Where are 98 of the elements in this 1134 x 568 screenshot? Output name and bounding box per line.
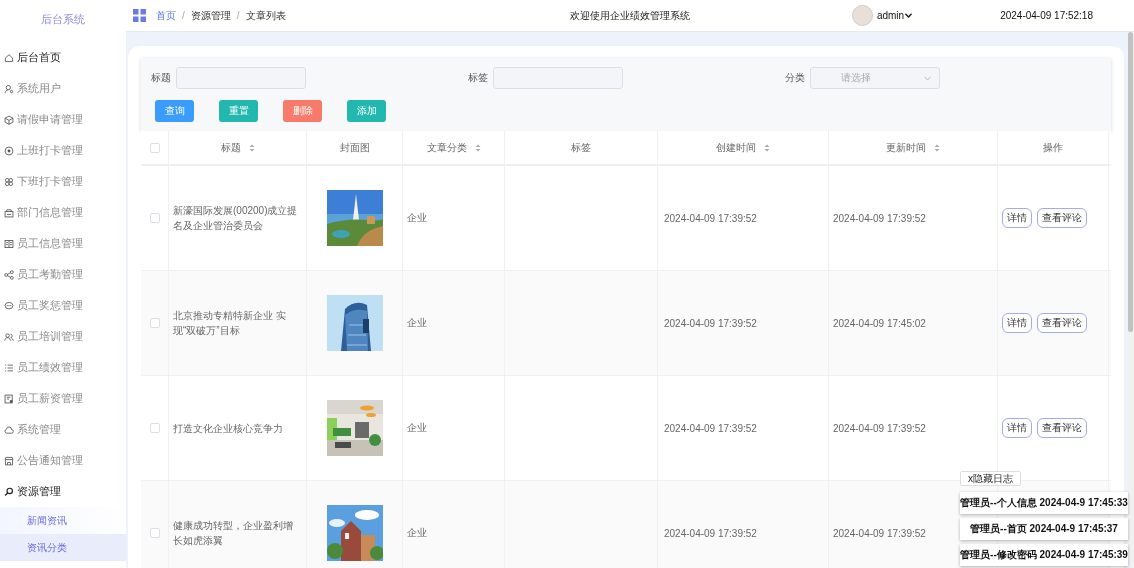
sidebar-item[interactable]: 后台首页 <box>0 42 126 73</box>
select-field[interactable]: 请选择 <box>810 67 940 89</box>
table-cell: 2024-04-09 17:39:52 <box>833 212 926 224</box>
search-icon <box>4 486 14 497</box>
column-header: 操作 <box>1043 140 1063 155</box>
hide-log-button[interactable]: x隐藏日志 <box>960 471 1021 486</box>
table-cell-text: 健康成功转型，企业盈利增长如虎添翼 <box>173 519 294 548</box>
action-button[interactable]: 添加 <box>347 100 386 122</box>
welcome-title: 欢迎使用企业绩效管理系统 <box>570 8 690 23</box>
sidebar-item[interactable]: 员工奖惩管理 <box>0 290 126 321</box>
column-header[interactable]: 文章分类 <box>426 140 467 155</box>
sort-icon[interactable] <box>248 143 255 152</box>
row-action-button[interactable]: 查看评论 <box>1037 208 1087 228</box>
sort-icon[interactable] <box>934 143 940 152</box>
share-icon <box>4 269 14 280</box>
sort-icon[interactable] <box>764 143 770 152</box>
sidebar-item[interactable]: 员工培训管理 <box>0 321 126 352</box>
sidebar-item[interactable]: 上班打卡管理 <box>0 135 126 166</box>
sidebar-item[interactable]: 员工薪资管理 <box>0 383 126 414</box>
sort-icon[interactable] <box>474 143 481 152</box>
avatar[interactable] <box>851 5 873 26</box>
action-button[interactable]: 删除 <box>283 100 322 122</box>
row-checkbox[interactable] <box>149 318 160 328</box>
column-header: 封面图 <box>339 140 370 155</box>
list-icon <box>4 362 14 373</box>
sidebar-item[interactable]: 员工信息管理 <box>0 228 126 259</box>
column-header[interactable]: 标题 <box>220 140 241 155</box>
table-cell: 2024-04-09 17:39:52 <box>833 422 926 434</box>
table-cell: 企业 <box>407 421 427 435</box>
cloud-icon <box>4 424 14 435</box>
row-action-button[interactable]: 详情 <box>1002 418 1032 438</box>
chevron-icon <box>924 75 931 81</box>
desk-icon <box>4 207 14 218</box>
circles-icon <box>4 176 14 187</box>
field-label: 分类 <box>785 71 805 85</box>
row-action-button[interactable]: 详情 <box>1002 313 1032 333</box>
table-cell: 企业 <box>407 526 427 540</box>
user-menu[interactable]: admin <box>876 10 913 21</box>
row-action-button[interactable]: 查看评论 <box>1037 313 1087 333</box>
user-icon <box>4 83 14 94</box>
users-icon <box>4 331 14 342</box>
table-cell: 2024-04-09 17:39:52 <box>833 527 926 539</box>
datetime: 2024-04-09 17:52:18 <box>1000 10 1093 21</box>
row-checkbox[interactable] <box>149 213 160 223</box>
input-field[interactable] <box>493 67 623 89</box>
sidebar-item[interactable]: 公告通知管理 <box>0 445 126 476</box>
select-all-checkbox[interactable] <box>149 142 160 153</box>
grid-menu-icon[interactable] <box>133 9 146 22</box>
log-toast: 管理员--修改密码 2024-04-9 17:45:39 <box>960 544 1128 566</box>
table-cell: 2024-04-09 17:39:52 <box>664 422 757 434</box>
sidebar-item[interactable]: 部门信息管理 <box>0 197 126 228</box>
row-checkbox[interactable] <box>149 423 160 433</box>
book-icon <box>4 238 14 249</box>
sidebar-item[interactable]: 资源管理 <box>0 476 126 507</box>
target-icon <box>4 145 14 156</box>
submenu-item[interactable]: 新闻资讯 <box>0 507 126 534</box>
sidebar-item[interactable]: 下班打卡管理 <box>0 166 126 197</box>
table-cell-text: 北京推动专精特新企业 实现“双破万”目标 <box>173 309 287 338</box>
action-button[interactable]: 查询 <box>155 100 194 122</box>
table-cell-text: 打造文化企业核心竞争力 <box>173 421 283 436</box>
breadcrumb-separator: / <box>182 10 185 21</box>
sidebar-item[interactable]: 员工考勤管理 <box>0 259 126 290</box>
column-header[interactable]: 更新时间 <box>886 140 926 155</box>
row-checkbox[interactable] <box>149 528 160 538</box>
sidebar-item[interactable]: 系统用户 <box>0 73 126 104</box>
breadcrumb-item[interactable]: 资源管理 <box>190 8 231 23</box>
submenu-item[interactable]: 资讯分类 <box>0 534 126 561</box>
log-toast: 管理员--首页 2024-04-9 17:45:37 <box>960 518 1128 540</box>
column-header: 标签 <box>571 140 591 155</box>
column-header[interactable]: 创建时间 <box>716 140 756 155</box>
table-cell-text: 新濠国际发展(00200)成立提名及企业管治委员会 <box>173 204 299 233</box>
sidebar-item[interactable]: 系统管理 <box>0 414 126 445</box>
sidebar-item[interactable]: 员工绩效管理 <box>0 352 126 383</box>
home-icon <box>4 52 14 63</box>
caret-icon <box>905 13 913 18</box>
store-icon <box>4 455 14 466</box>
table-cell: 2024-04-09 17:39:52 <box>664 212 757 224</box>
field-label: 标签 <box>468 71 488 85</box>
row-action-button[interactable]: 详情 <box>1002 208 1032 228</box>
app-title: 后台系统 <box>40 13 86 27</box>
cube-icon <box>4 114 14 125</box>
breadcrumb-item: 文章列表 <box>245 8 286 23</box>
document-icon <box>4 393 14 404</box>
field-label: 标题 <box>151 71 171 85</box>
table-cell: 2024-04-09 17:39:52 <box>664 317 757 329</box>
action-button[interactable]: 重置 <box>219 100 258 122</box>
row-action-button[interactable]: 查看评论 <box>1037 418 1087 438</box>
log-toast: 管理员--个人信息 2024-04-9 17:45:33 <box>960 492 1128 514</box>
breadcrumb-separator: / <box>236 10 240 21</box>
table-cell: 企业 <box>407 316 427 330</box>
table-cell: 2024-04-09 17:45:02 <box>833 317 926 329</box>
breadcrumb-link[interactable]: 首页 <box>156 8 176 23</box>
input-field[interactable] <box>176 67 306 89</box>
sidebar-item[interactable]: 请假申请管理 <box>0 104 126 135</box>
table-cell: 2024-04-09 17:39:52 <box>664 527 757 539</box>
table-cell: 企业 <box>407 211 427 225</box>
scrollbar-thumb[interactable] <box>1128 32 1133 332</box>
chat-icon <box>4 300 14 311</box>
